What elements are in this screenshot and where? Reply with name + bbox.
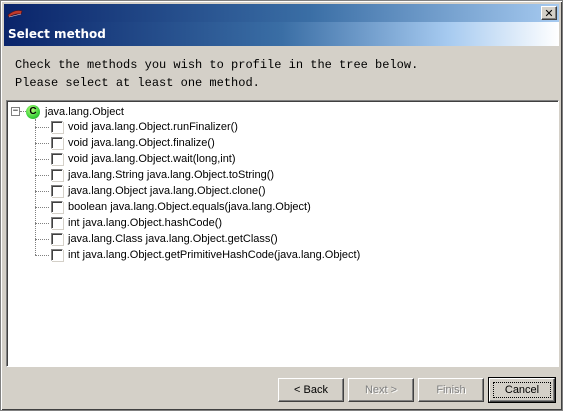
- method-label[interactable]: java.lang.Class java.lang.Object.getClas…: [68, 233, 278, 245]
- tree-connector: [35, 127, 49, 128]
- method-label[interactable]: void java.lang.Object.runFinalizer(): [68, 121, 238, 133]
- title-bar[interactable]: ✕: [4, 4, 559, 22]
- method-label[interactable]: void java.lang.Object.finalize(): [68, 137, 215, 149]
- focus-ring: [493, 382, 551, 398]
- app-icon: [7, 10, 23, 18]
- method-checkbox[interactable]: [51, 121, 63, 133]
- back-button[interactable]: < Back: [278, 378, 344, 402]
- tree-vertical-connector: [35, 119, 36, 255]
- cancel-button[interactable]: Cancel: [488, 377, 556, 403]
- tree-connector: [35, 143, 49, 144]
- method-label[interactable]: int java.lang.Object.getPrimitiveHashCod…: [68, 249, 360, 261]
- method-label[interactable]: void java.lang.Object.wait(long,int): [68, 153, 236, 165]
- tree-connector: [35, 255, 49, 256]
- method-checkbox[interactable]: [51, 217, 63, 229]
- tree-connector: [35, 239, 49, 240]
- tree-connector: [35, 207, 49, 208]
- close-button[interactable]: ✕: [541, 6, 557, 20]
- method-checkbox[interactable]: [51, 201, 63, 213]
- method-label[interactable]: boolean java.lang.Object.equals(java.lan…: [68, 201, 311, 213]
- instructions-line-1: Check the methods you wish to profile in…: [15, 58, 419, 72]
- method-checkbox[interactable]: [51, 185, 63, 197]
- method-tree[interactable]: − C java.lang.Object void java.lang.Obje…: [6, 100, 559, 367]
- instructions: Check the methods you wish to profile in…: [15, 56, 555, 92]
- close-icon: ✕: [544, 6, 554, 20]
- tree-connector: [35, 175, 49, 176]
- method-label[interactable]: int java.lang.Object.hashCode(): [68, 217, 222, 229]
- next-button[interactable]: Next >: [348, 378, 414, 402]
- finish-button[interactable]: Finish: [418, 378, 484, 402]
- tree-connector: [35, 191, 49, 192]
- method-checkbox[interactable]: [51, 153, 63, 165]
- collapse-icon[interactable]: −: [11, 107, 20, 116]
- method-checkbox[interactable]: [51, 169, 63, 181]
- method-label[interactable]: java.lang.String java.lang.Object.toStri…: [68, 169, 274, 181]
- method-checkbox[interactable]: [51, 249, 63, 261]
- class-icon: C: [26, 105, 40, 119]
- dialog-header: Select method: [4, 22, 559, 46]
- method-checkbox[interactable]: [51, 233, 63, 245]
- tree-root-label[interactable]: java.lang.Object: [45, 106, 124, 118]
- method-label[interactable]: java.lang.Object java.lang.Object.clone(…: [68, 185, 266, 197]
- instructions-line-2: Please select at least one method.: [15, 76, 260, 90]
- header-title: Select method: [8, 27, 106, 41]
- method-checkbox[interactable]: [51, 137, 63, 149]
- tree-connector: [35, 159, 49, 160]
- select-method-dialog: ✕ Select method Check the methods you wi…: [0, 0, 563, 411]
- tree-connector: [35, 223, 49, 224]
